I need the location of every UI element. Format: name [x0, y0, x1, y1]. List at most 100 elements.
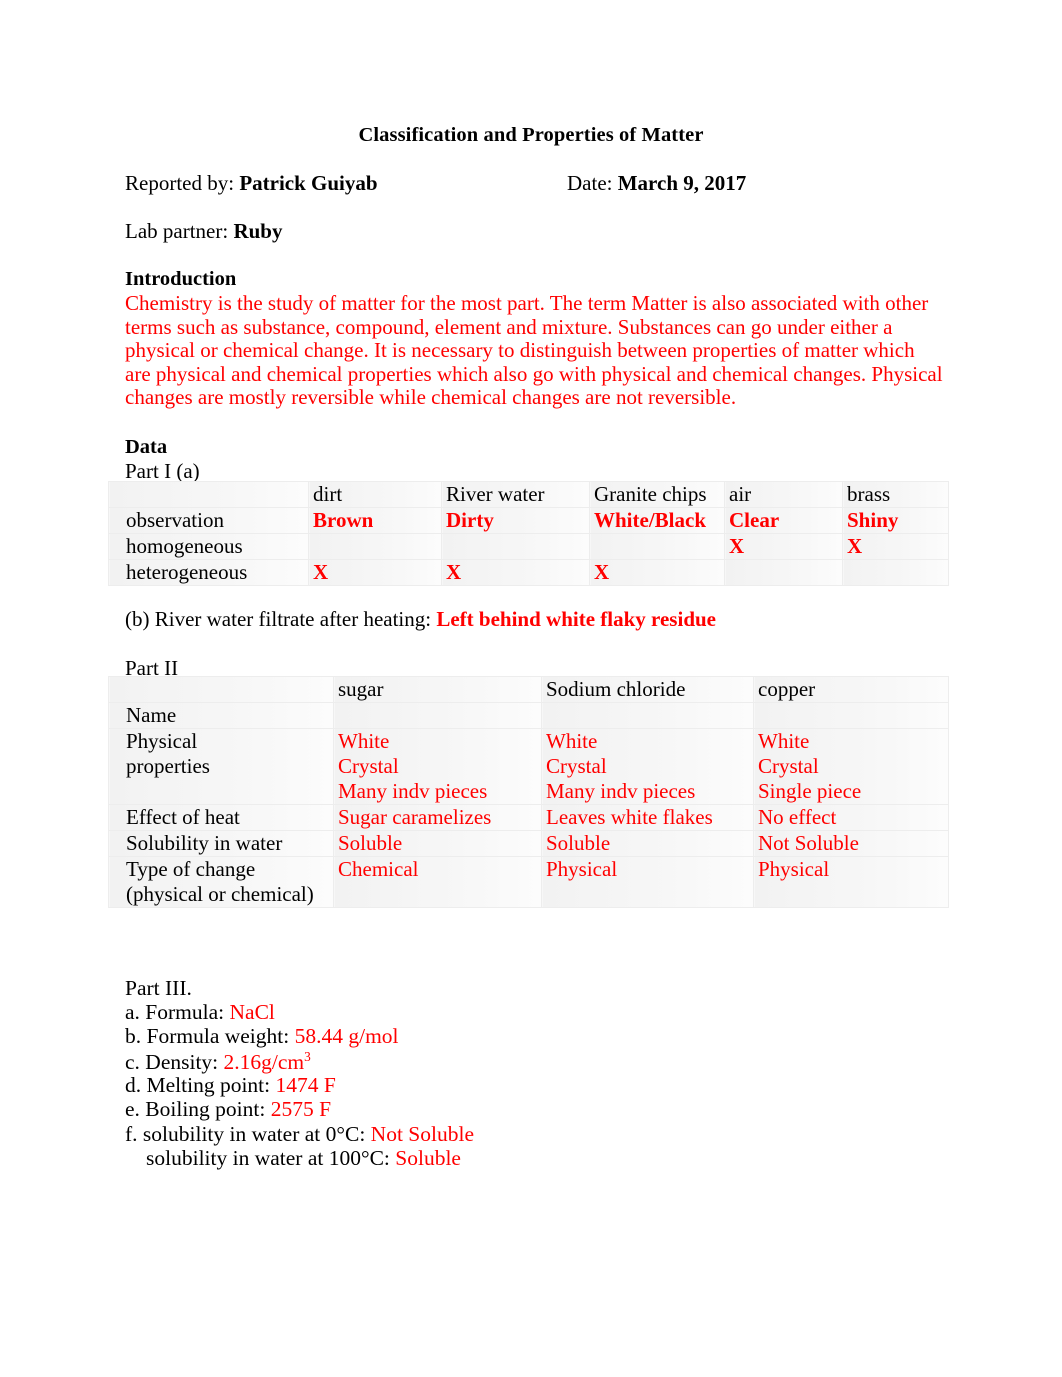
- value-line: Crystal: [758, 754, 819, 778]
- part1-cell-homogeneous-dirt: [308, 533, 442, 560]
- part3-key: solubility in water at 100°C:: [146, 1146, 390, 1170]
- part1-cell-homogeneous-brass: X: [842, 533, 949, 560]
- part2-col-copper: copper: [753, 676, 949, 703]
- part3-item-solubility-100c: solubility in water at 100°C: Soluble: [146, 1146, 461, 1171]
- part3-value: 2575 F: [270, 1097, 332, 1121]
- data-heading: Data: [125, 436, 168, 458]
- part1b-label: (b) River water filtrate after heating:: [125, 607, 432, 631]
- part1-col-air: air: [724, 481, 843, 508]
- part1-cell-observation-river-water: Dirty: [441, 507, 590, 534]
- part1-row-label-observation: observation: [108, 507, 309, 534]
- table-row: homogeneous X X: [108, 533, 949, 560]
- part3-key: d. Melting point:: [125, 1073, 271, 1097]
- part2-cell-physical-properties-sugar: White Crystal Many indv pieces: [333, 728, 542, 805]
- value-line: Crystal: [338, 754, 399, 778]
- value-line: Crystal: [546, 754, 607, 778]
- table-row: Solubility in water Soluble Soluble Not …: [108, 830, 949, 857]
- value-line: White: [546, 729, 598, 753]
- reported-by-value: Patrick Guiyab: [239, 171, 378, 195]
- introduction-heading: Introduction: [125, 268, 237, 290]
- part3-item-boiling-point: e. Boiling point: 2575 F: [125, 1097, 331, 1122]
- part1-table: dirt River water Granite chips air brass…: [108, 481, 949, 586]
- part3-value: Not Soluble: [370, 1122, 474, 1146]
- part2-table: sugar Sodium chloride copper Name Physic…: [108, 676, 949, 908]
- part2-cell-physical-properties-sodium-chloride: White Crystal Many indv pieces: [541, 728, 754, 805]
- value-line: White: [338, 729, 390, 753]
- part1-cell-heterogeneous-granite-chips: X: [589, 559, 725, 586]
- part3-item-solubility-0c: f. solubility in water at 0°C: Not Solub…: [125, 1122, 474, 1147]
- part3-value: 1474 F: [275, 1073, 336, 1097]
- reported-by-line: Reported by: Patrick Guiyab: [125, 171, 378, 196]
- part3-value: NaCl: [229, 1000, 275, 1024]
- part3-value-superscript: 3: [304, 1049, 311, 1064]
- part1-col-dirt: dirt: [308, 481, 442, 508]
- part3-item-melting-point: d. Melting point: 1474 F: [125, 1073, 336, 1098]
- part3-key: a. Formula:: [125, 1000, 225, 1024]
- document-page: Classification and Properties of Matter …: [0, 0, 1062, 1377]
- part1-corner-cell: [108, 481, 309, 508]
- part2-corner-cell: [108, 676, 334, 703]
- part3-value: 2.16g/cm3: [223, 1049, 311, 1075]
- lab-partner-line: Lab partner: Ruby: [125, 219, 282, 244]
- part2-cell-name-sodium-chloride: [541, 702, 754, 729]
- part3-title: Part III.: [125, 976, 192, 1000]
- table-row: Physical properties White Crystal Many i…: [108, 728, 949, 805]
- part3-item-formula: a. Formula: NaCl: [125, 1000, 275, 1025]
- part2-cell-type-of-change-sodium-chloride: Physical: [541, 856, 754, 908]
- part2-row-label-physical-properties: Physical properties: [108, 728, 334, 805]
- table-row: Type of change (physical or chemical) Ch…: [108, 856, 949, 908]
- part1b-line: (b) River water filtrate after heating: …: [125, 607, 716, 632]
- part2-cell-effect-of-heat-sugar: Sugar caramelizes: [333, 804, 542, 831]
- table-row: heterogeneous X X X: [108, 559, 949, 586]
- part2-cell-type-of-change-sugar: Chemical: [333, 856, 542, 908]
- reported-by-label: Reported by:: [125, 171, 235, 195]
- value-line: Single piece: [758, 779, 862, 803]
- part1b-value: Left behind white flaky residue: [436, 607, 716, 631]
- part2-cell-solubility-sodium-chloride: Soluble: [541, 830, 754, 857]
- lab-partner-label: Lab partner:: [125, 219, 229, 243]
- date-value: March 9, 2017: [617, 171, 747, 195]
- part3-item-formula-weight: b. Formula weight: 58.44 g/mol: [125, 1024, 399, 1049]
- table-row: Name: [108, 702, 949, 729]
- part3-value-text: 2.16g/cm: [223, 1050, 305, 1075]
- part2-cell-effect-of-heat-copper: No effect: [753, 804, 949, 831]
- part2-cell-name-copper: [753, 702, 949, 729]
- part1-row-label-homogeneous: homogeneous: [108, 533, 309, 560]
- part3-key: e. Boiling point:: [125, 1097, 266, 1121]
- part1-cell-heterogeneous-dirt: X: [308, 559, 442, 586]
- part3-key: c. Density:: [125, 1050, 219, 1075]
- part3-item-density: c. Density: 2.16g/cm3: [125, 1049, 311, 1075]
- label-line: properties: [126, 754, 210, 778]
- part2-row-label-type-of-change: Type of change (physical or chemical): [108, 856, 334, 908]
- part2-col-sugar: sugar: [333, 676, 542, 703]
- part1-col-river-water: River water: [441, 481, 590, 508]
- date-line: Date: March 9, 2017: [567, 171, 746, 196]
- part1-cell-heterogeneous-river-water: X: [441, 559, 590, 586]
- part1-row-label-heterogeneous: heterogeneous: [108, 559, 309, 586]
- introduction-body: Chemistry is the study of matter for the…: [125, 291, 943, 410]
- label-line: Physical: [126, 729, 198, 753]
- part2-cell-type-of-change-copper: Physical: [753, 856, 949, 908]
- part1-cell-heterogeneous-air: [724, 559, 843, 586]
- value-line: Many indv pieces: [338, 779, 488, 803]
- part1-col-brass: brass: [842, 481, 949, 508]
- part2-row-label-solubility-in-water: Solubility in water: [108, 830, 334, 857]
- value-line: Many indv pieces: [546, 779, 696, 803]
- part1-cell-homogeneous-air: X: [724, 533, 843, 560]
- part2-cell-solubility-copper: Not Soluble: [753, 830, 949, 857]
- part2-cell-solubility-sugar: Soluble: [333, 830, 542, 857]
- table-row-header: sugar Sodium chloride copper: [108, 676, 949, 703]
- lab-partner-value: Ruby: [233, 219, 283, 243]
- part1-cell-observation-dirt: Brown: [308, 507, 442, 534]
- part1-cell-homogeneous-granite-chips: [589, 533, 725, 560]
- page-title: Classification and Properties of Matter: [358, 124, 704, 146]
- table-row-header: dirt River water Granite chips air brass: [108, 481, 949, 508]
- label-line: (physical or chemical): [126, 882, 314, 906]
- part1-cell-observation-air: Clear: [724, 507, 843, 534]
- part2-cell-physical-properties-copper: White Crystal Single piece: [753, 728, 949, 805]
- part2-col-sodium-chloride: Sodium chloride: [541, 676, 754, 703]
- part3-key: b. Formula weight:: [125, 1024, 290, 1048]
- value-line: White: [758, 729, 810, 753]
- part1-col-granite-chips: Granite chips: [589, 481, 725, 508]
- date-label: Date:: [567, 171, 613, 195]
